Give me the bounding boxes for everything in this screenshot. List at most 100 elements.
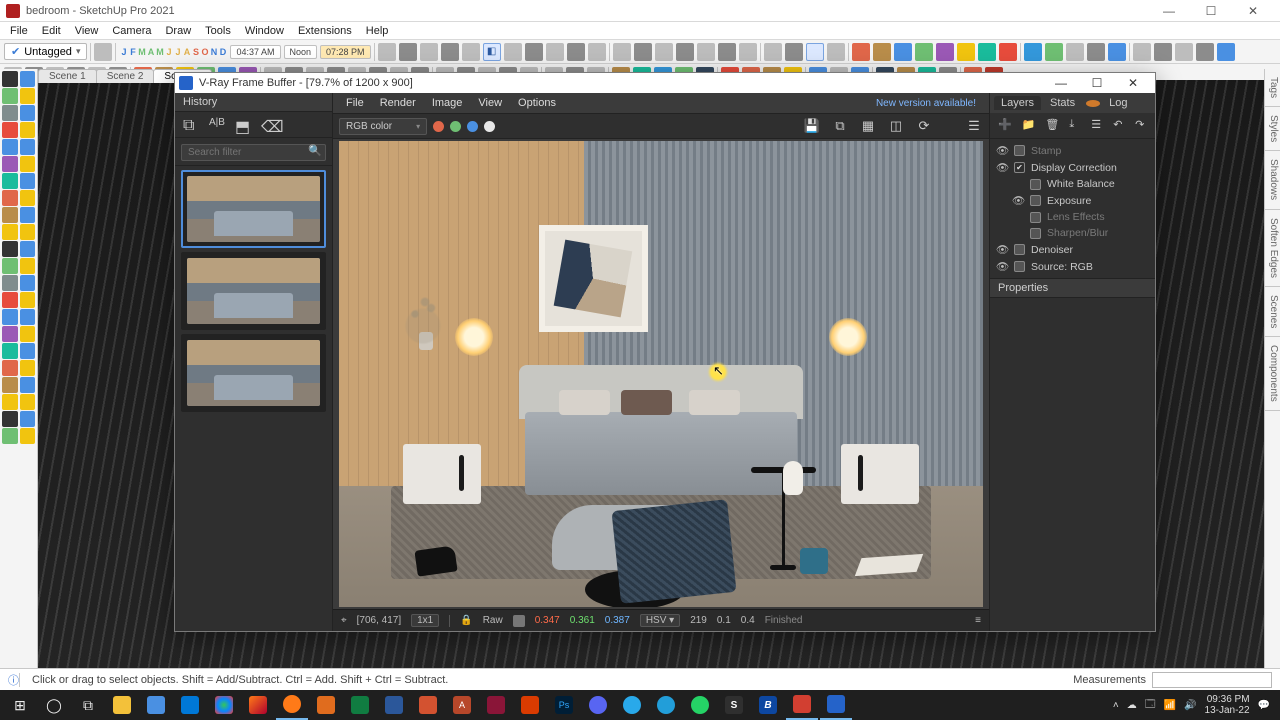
- tray-battery-icon[interactable]: 🗔: [1145, 697, 1156, 714]
- tray-tab[interactable]: Tags: [1265, 69, 1280, 107]
- tool-icon[interactable]: [2, 190, 18, 206]
- search-button[interactable]: ◯: [38, 690, 70, 720]
- save-image-icon[interactable]: 💾: [803, 117, 821, 135]
- menu-item[interactable]: Window: [239, 25, 290, 37]
- toolbar-icon[interactable]: [697, 43, 715, 61]
- menu-item[interactable]: View: [69, 25, 105, 37]
- toolbar-icon[interactable]: [852, 43, 870, 61]
- toolbar-icon[interactable]: [978, 43, 996, 61]
- minimize-button[interactable]: —: [1148, 0, 1190, 22]
- taskbar-app[interactable]: S: [718, 690, 750, 720]
- tool-icon[interactable]: [2, 360, 18, 376]
- delete-history-icon[interactable]: ⌫: [261, 117, 277, 133]
- toolbar-icon[interactable]: [1024, 43, 1042, 61]
- vfb-menu-item[interactable]: View: [471, 97, 509, 109]
- menu-item[interactable]: Edit: [36, 25, 67, 37]
- tool-icon[interactable]: [2, 241, 18, 257]
- time-chip[interactable]: Noon: [284, 45, 318, 59]
- menu-item[interactable]: Tools: [199, 25, 237, 37]
- taskbar-app[interactable]: [344, 690, 376, 720]
- menu-item[interactable]: File: [4, 25, 34, 37]
- vfb-minimize-button[interactable]: —: [1043, 73, 1079, 93]
- tool-icon[interactable]: [2, 292, 18, 308]
- time-chip[interactable]: 04:37 AM: [230, 45, 280, 59]
- tool-icon[interactable]: [20, 292, 36, 308]
- toolbar-icon[interactable]: [739, 43, 757, 61]
- taskbar-app[interactable]: [514, 690, 546, 720]
- layer-row[interactable]: 👁Stamp: [994, 143, 1151, 158]
- layer-checkbox[interactable]: ✔: [1014, 162, 1025, 173]
- tool-icon[interactable]: [20, 241, 36, 257]
- taskbar-app[interactable]: [140, 690, 172, 720]
- taskbar-app[interactable]: [242, 690, 274, 720]
- scene-tab[interactable]: Scene 1: [38, 69, 97, 83]
- vfb-menu-item[interactable]: Render: [373, 97, 423, 109]
- tool-icon[interactable]: [2, 122, 18, 138]
- toolbar-icon[interactable]: [1196, 43, 1214, 61]
- tool-icon[interactable]: [20, 275, 36, 291]
- tool-icon[interactable]: [2, 224, 18, 240]
- eye-icon[interactable]: 👁: [996, 161, 1008, 174]
- vfb-close-button[interactable]: ✕: [1115, 73, 1151, 93]
- eye-icon[interactable]: 👁: [996, 243, 1008, 256]
- tool-icon[interactable]: [20, 173, 36, 189]
- tool-icon[interactable]: [20, 326, 36, 342]
- toolbar-icon[interactable]: [567, 43, 585, 61]
- toolbar-icon[interactable]: [613, 43, 631, 61]
- taskbar-app[interactable]: Ps: [548, 690, 580, 720]
- toolbar-icon[interactable]: [634, 43, 652, 61]
- taskbar-app[interactable]: [582, 690, 614, 720]
- delete-layer-icon[interactable]: 🗑: [1045, 118, 1059, 134]
- tool-icon[interactable]: [2, 275, 18, 291]
- tool-icon[interactable]: [2, 428, 18, 444]
- tool-icon[interactable]: [2, 343, 18, 359]
- lock-icon[interactable]: 🔒: [460, 615, 472, 626]
- pick-color-icon[interactable]: ⌖: [341, 615, 347, 626]
- tool-icon[interactable]: [20, 190, 36, 206]
- folder-icon[interactable]: 📁: [1022, 118, 1036, 134]
- toolbar-icon[interactable]: [420, 43, 438, 61]
- render-viewport[interactable]: ↖: [333, 139, 989, 609]
- taskbar-app[interactable]: [684, 690, 716, 720]
- toolbar-icon[interactable]: ◧: [483, 43, 501, 61]
- channel-green-icon[interactable]: [450, 121, 461, 132]
- tray-tab[interactable]: Shadows: [1265, 151, 1280, 209]
- tab-stats[interactable]: Stats: [1043, 96, 1082, 110]
- toolbar-icon[interactable]: [806, 43, 824, 61]
- taskbar-app[interactable]: [378, 690, 410, 720]
- save-history-icon[interactable]: ⧉: [183, 117, 199, 133]
- tray-wifi-icon[interactable]: 📶: [1164, 700, 1176, 711]
- taskbar-app[interactable]: B: [752, 690, 784, 720]
- tool-icon[interactable]: [20, 122, 36, 138]
- tray-notifications-icon[interactable]: 💬: [1258, 700, 1270, 711]
- channel-red-icon[interactable]: [433, 121, 444, 132]
- taskbar-app[interactable]: [820, 690, 852, 720]
- toolbar-icon[interactable]: [894, 43, 912, 61]
- tool-icon[interactable]: [2, 71, 18, 87]
- refresh-icon[interactable]: ⟳: [915, 117, 933, 135]
- tool-icon[interactable]: [20, 411, 36, 427]
- toolbar-icon[interactable]: [378, 43, 396, 61]
- toolbar-icon[interactable]: [764, 43, 782, 61]
- toolbar-icon[interactable]: [873, 43, 891, 61]
- vfb-menu-item[interactable]: Options: [511, 97, 563, 109]
- maximize-button[interactable]: ☐: [1190, 0, 1232, 22]
- properties-header[interactable]: Properties: [990, 278, 1155, 298]
- tool-icon[interactable]: [2, 207, 18, 223]
- tool-icon[interactable]: [20, 224, 36, 240]
- tool-icon[interactable]: [2, 309, 18, 325]
- tray-tab[interactable]: Scenes: [1265, 287, 1280, 337]
- layer-row[interactable]: 👁Exposure: [994, 193, 1151, 208]
- toolbar-icon[interactable]: [1087, 43, 1105, 61]
- time-chip[interactable]: 07:28 PM: [320, 45, 371, 59]
- history-thumb[interactable]: [181, 334, 326, 412]
- vfb-menu-item[interactable]: File: [339, 97, 371, 109]
- menu-item[interactable]: Draw: [159, 25, 197, 37]
- taskbar-app[interactable]: [616, 690, 648, 720]
- menu-item[interactable]: Camera: [106, 25, 157, 37]
- taskbar-app[interactable]: [786, 690, 818, 720]
- menu-icon[interactable]: ≡: [975, 615, 981, 626]
- tray-tab[interactable]: Components: [1265, 337, 1280, 411]
- toolbar-icon[interactable]: [676, 43, 694, 61]
- toolbar-icon[interactable]: [462, 43, 480, 61]
